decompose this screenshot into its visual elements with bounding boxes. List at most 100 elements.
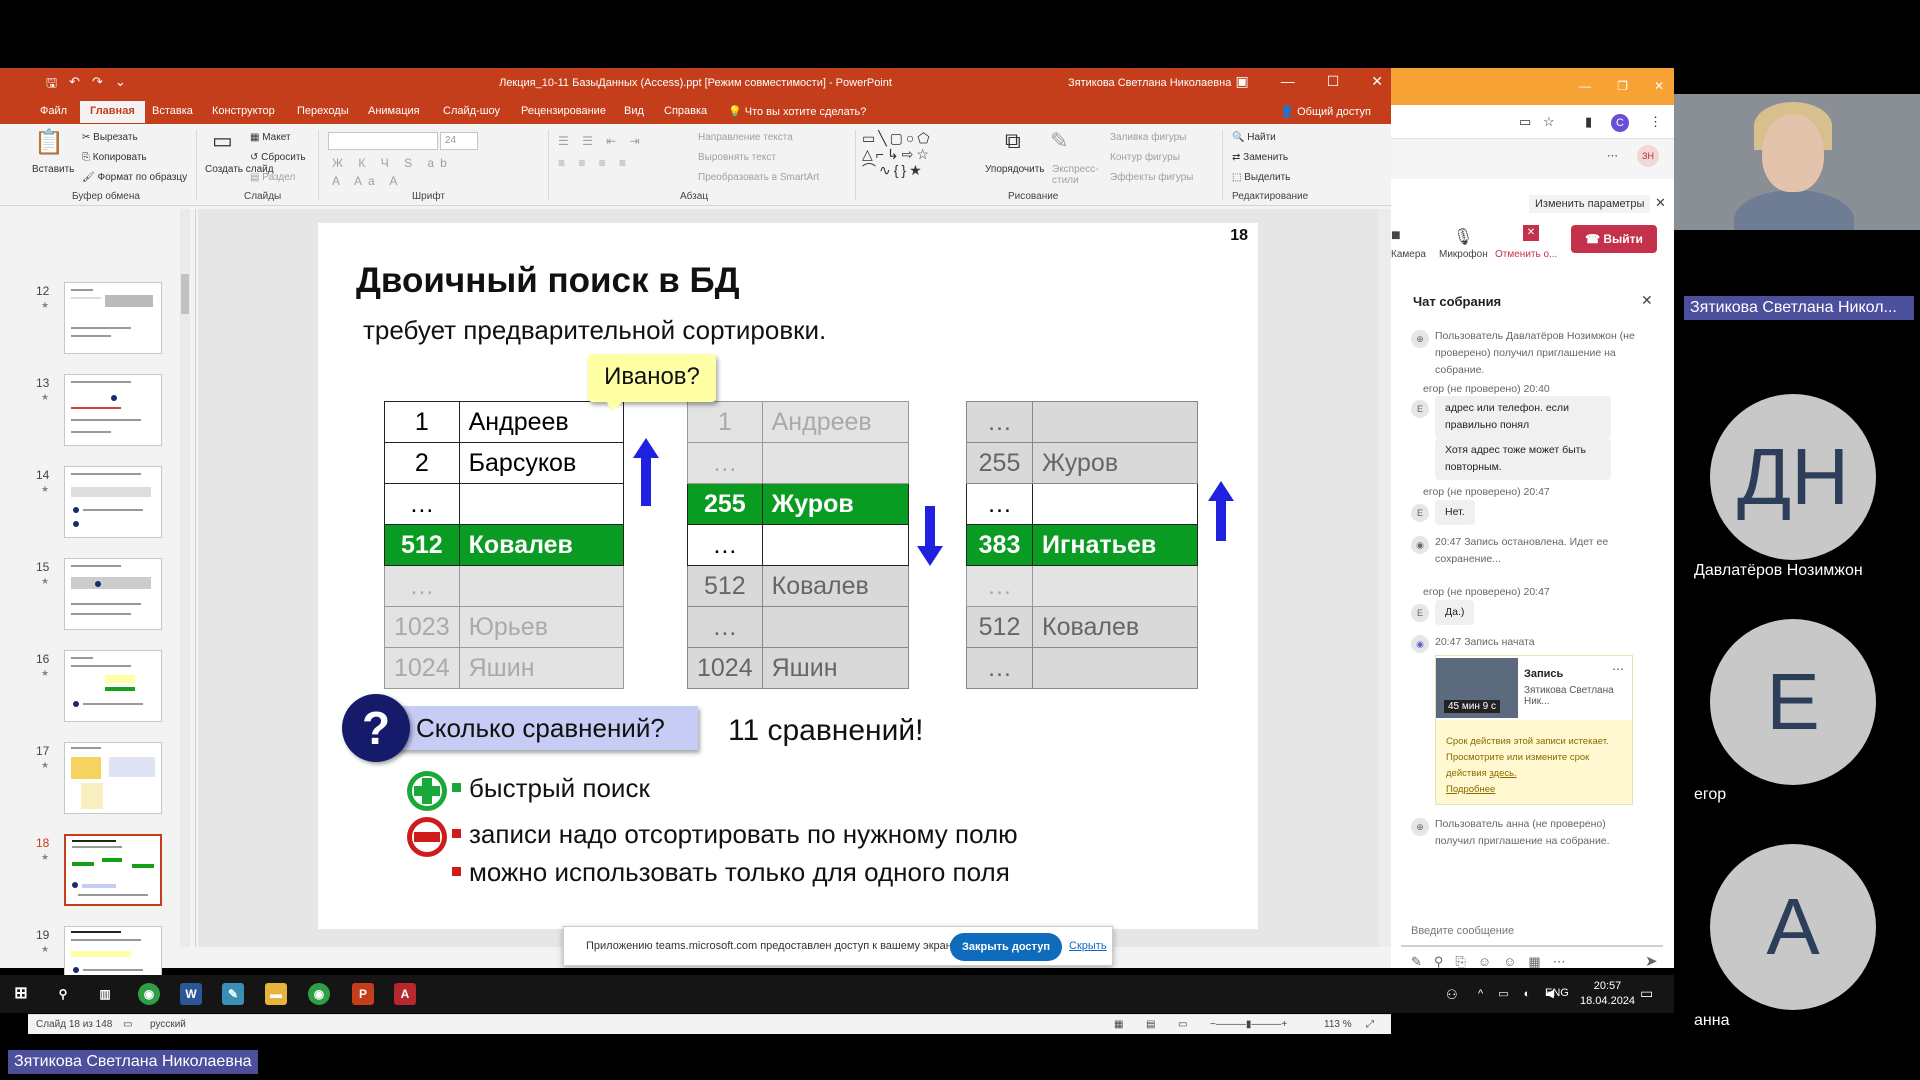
presenter-video[interactable] — [1674, 94, 1920, 230]
tab-slideshow[interactable]: Слайд-шоу — [443, 105, 500, 117]
thumbnail-slide[interactable]: 13 ★ — [28, 374, 188, 448]
word-icon[interactable]: W — [180, 983, 202, 1005]
ribbon-display-icon[interactable]: ▣ — [1235, 73, 1248, 90]
notes-icon[interactable]: ▭ — [123, 1019, 132, 1030]
zoom-slider[interactable]: −———▮———+ — [1210, 1019, 1287, 1030]
minimize-icon[interactable]: — — [1281, 73, 1295, 90]
stop-sharing-button[interactable]: Закрыть доступ — [950, 933, 1062, 961]
copy-button[interactable]: ⎘ Копировать — [82, 152, 147, 163]
more-link[interactable]: Подробнее — [1446, 784, 1495, 795]
shapes-gallery[interactable]: ▭╲▢○⬠ △⌐↳⇨☆ ⌒∿{}★ — [862, 130, 977, 178]
windows-start-icon[interactable]: ⊞ — [10, 983, 32, 1005]
find-button[interactable]: 🔍 Найти — [1232, 132, 1276, 143]
compose-toolbar-icons[interactable]: ✎⚲⎘☺☺▦⋯ — [1411, 954, 1578, 970]
list-icons[interactable]: ☰ ☰ ⇤ ⇥ — [558, 134, 645, 148]
view-normal-icon[interactable]: ▦ — [1114, 1019, 1123, 1030]
tab-view[interactable]: Вид — [624, 105, 644, 117]
send-icon[interactable]: ➤ — [1645, 952, 1658, 970]
fit-slide-icon[interactable]: ⤢ — [1366, 1019, 1374, 1030]
change-params-button[interactable]: Изменить параметры — [1529, 195, 1651, 213]
close-icon[interactable]: ✕ — [1655, 195, 1666, 211]
chrome-icon[interactable]: ◉ — [308, 983, 330, 1005]
expiry-here-link[interactable]: здесь. — [1489, 768, 1516, 779]
view-sorter-icon[interactable]: ▤ — [1146, 1019, 1155, 1030]
recording-card[interactable]: 45 мин 9 с Запись Зятикова Светлана Ник.… — [1435, 655, 1633, 805]
format-painter-button[interactable]: 🖌 Формат по образцу — [82, 172, 187, 183]
align-text-button[interactable]: Выровнять текст — [698, 152, 776, 163]
network-icon[interactable]: ⚇ — [1446, 987, 1458, 1003]
access-icon[interactable]: A — [394, 983, 416, 1005]
leave-button[interactable]: ☎ Выйти — [1571, 225, 1657, 253]
bookmark-star-icon[interactable]: ☆ — [1543, 114, 1555, 130]
new-slide-icon[interactable]: ▭ — [212, 128, 233, 154]
tab-design[interactable]: Конструктор — [212, 105, 275, 117]
language-indicator[interactable]: русский — [150, 1019, 186, 1030]
canvas-scrollbar[interactable] — [1378, 209, 1391, 947]
more-options-icon[interactable]: ⋯ — [1607, 149, 1618, 162]
input-language[interactable]: ENG — [1545, 987, 1569, 999]
arrange-button[interactable]: Упорядочить — [985, 164, 1045, 175]
font-format-icons[interactable]: Ж К Ч S ab — [332, 156, 453, 170]
file-explorer-icon[interactable]: ▬ — [265, 983, 287, 1005]
participant-avatar[interactable]: А — [1710, 844, 1876, 1010]
thumbnails-scrollbar[interactable] — [180, 209, 190, 947]
quick-styles-button[interactable]: Экспресс-стили — [1052, 164, 1099, 186]
font-color-icons[interactable]: A Aa A — [332, 174, 403, 188]
account-name[interactable]: Зятикова Светлана Николаевна — [1068, 77, 1231, 89]
close-icon[interactable]: ✕ — [1371, 73, 1383, 90]
font-size-select[interactable]: 24 — [440, 132, 478, 150]
stop-share-icon[interactable]: ✕ — [1523, 225, 1539, 241]
close-icon[interactable]: ✕ — [1654, 79, 1664, 93]
participant-avatar[interactable]: Е — [1710, 619, 1876, 785]
zoom-level[interactable]: 113 % — [1324, 1019, 1352, 1030]
more-options-icon[interactable]: ⋯ — [1612, 662, 1624, 676]
tab-home[interactable]: Главная — [80, 101, 145, 123]
camera-icon[interactable]: ■ — [1391, 227, 1401, 245]
arrange-icon[interactable]: ⧉ — [1005, 128, 1021, 154]
thumbnail-slide-selected[interactable]: 18 ★ — [28, 834, 188, 908]
menu-icon[interactable]: ⋮ — [1649, 114, 1662, 130]
maximize-icon[interactable]: ☐ — [1327, 73, 1340, 90]
message-input[interactable]: Введите сообщение — [1401, 915, 1663, 947]
cast-icon[interactable]: ▭ — [1519, 114, 1531, 130]
hide-banner-link[interactable]: Скрыть — [1069, 940, 1107, 952]
scrollbar-thumb[interactable] — [181, 274, 189, 314]
restore-icon[interactable]: ❐ — [1617, 79, 1628, 93]
notifications-icon[interactable]: ▭ — [1640, 985, 1653, 1002]
reset-button[interactable]: ↺ Сбросить — [250, 152, 306, 163]
microphone-icon[interactable]: 🎙 — [1453, 227, 1473, 247]
shape-outline-button[interactable]: Контур фигуры — [1110, 152, 1180, 163]
search-icon[interactable]: ⚲ — [52, 983, 74, 1005]
sidebar-icon[interactable]: ▮ — [1585, 114, 1592, 130]
tab-file[interactable]: Файл — [40, 105, 67, 117]
font-name-select[interactable] — [328, 132, 438, 150]
cut-button[interactable]: ✂ Вырезать — [82, 132, 138, 143]
view-reading-icon[interactable]: ▭ — [1178, 1019, 1187, 1030]
share-button[interactable]: 👤 Общий доступ — [1280, 105, 1371, 118]
shape-fill-button[interactable]: Заливка фигуры — [1110, 132, 1186, 143]
participant-avatar[interactable]: ДН — [1710, 394, 1876, 560]
layout-button[interactable]: ▦ Макет — [250, 132, 291, 143]
shape-effects-button[interactable]: Эффекты фигуры — [1110, 172, 1193, 183]
profile-avatar[interactable]: C — [1611, 114, 1629, 132]
paste-button[interactable]: Вставить — [32, 164, 74, 175]
tab-insert[interactable]: Вставка — [152, 105, 193, 117]
clock[interactable]: 20:57 18.04.2024 — [1580, 979, 1635, 1009]
section-button[interactable]: ▤ Раздел — [250, 172, 295, 183]
tab-help[interactable]: Справка — [664, 105, 707, 117]
minimize-icon[interactable]: — — [1579, 79, 1591, 93]
align-icons[interactable]: ≡ ≡ ≡ ≡ — [558, 156, 631, 170]
tab-transitions[interactable]: Переходы — [297, 105, 349, 117]
thumbnail-slide[interactable]: 12 ★ — [28, 282, 188, 356]
thumbnail-slide[interactable]: 14 ★ — [28, 466, 188, 540]
select-button[interactable]: ⬚ Выделить — [1232, 172, 1290, 183]
paste-icon[interactable]: 📋 — [34, 128, 64, 157]
user-avatar[interactable]: ЗН — [1637, 145, 1659, 167]
quick-styles-icon[interactable]: ✎ — [1050, 128, 1068, 154]
close-chat-icon[interactable]: ✕ — [1641, 292, 1653, 309]
tab-review[interactable]: Рецензирование — [521, 105, 606, 117]
thumbnail-slide[interactable]: 16 ★ — [28, 650, 188, 724]
tell-me-search[interactable]: 💡 Что вы хотите сделать? — [728, 105, 866, 118]
smartart-button[interactable]: Преобразовать в SmartArt — [698, 172, 819, 183]
task-view-icon[interactable]: ▥ — [94, 983, 116, 1005]
